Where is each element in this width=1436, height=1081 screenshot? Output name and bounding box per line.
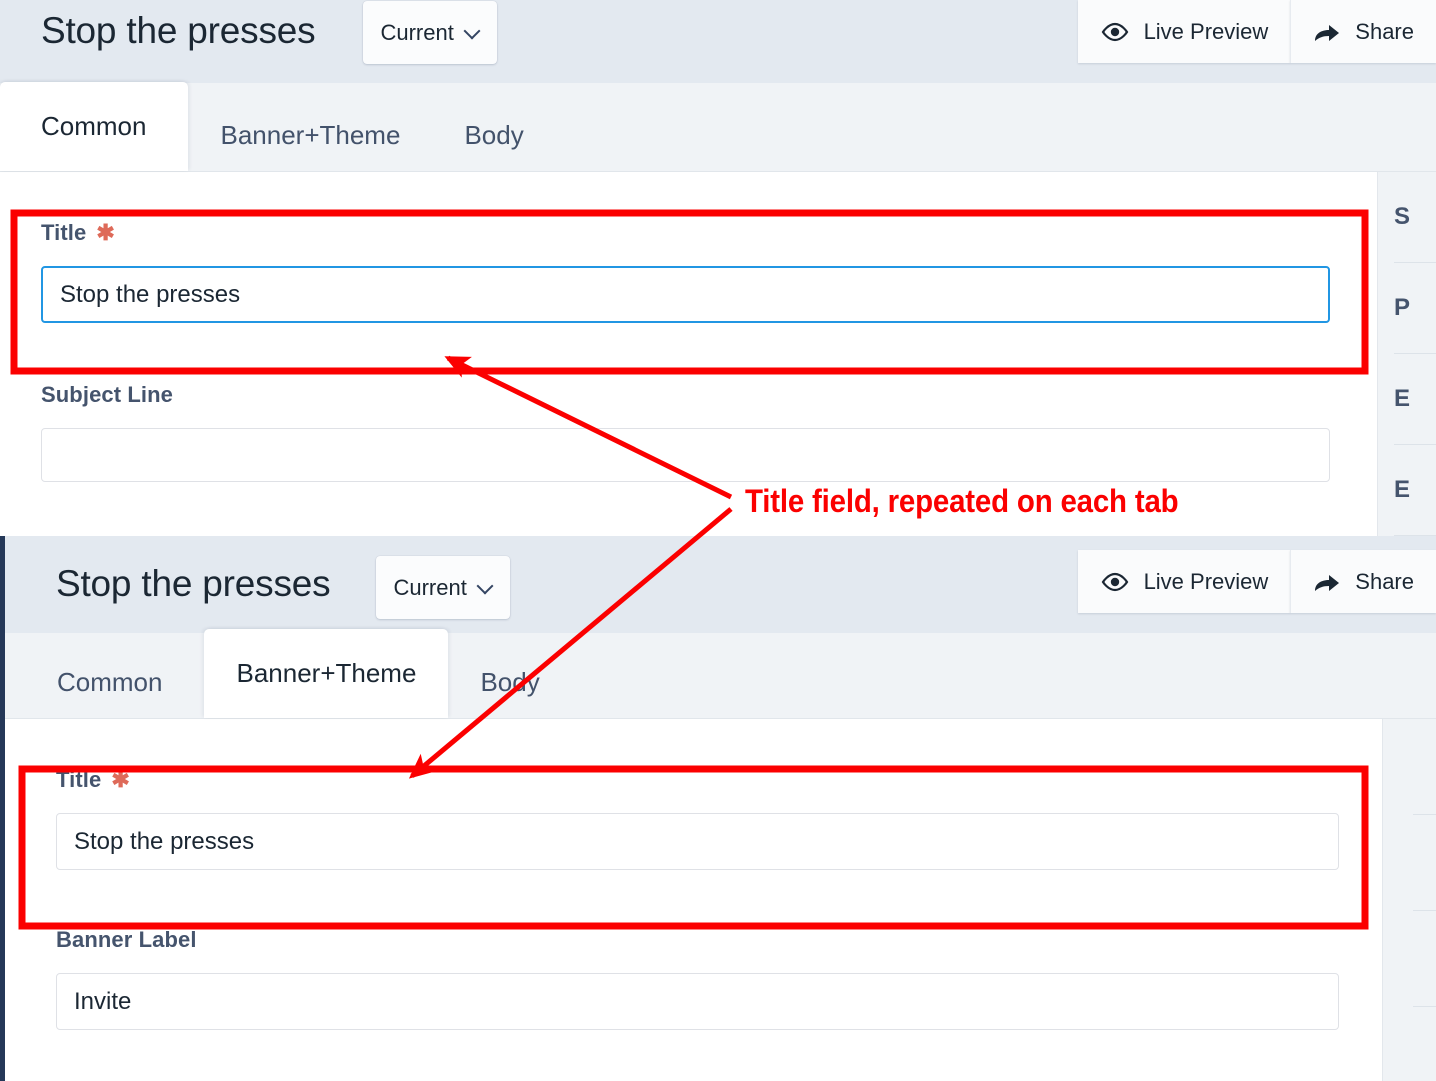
form-body: Title ✱ Banner Label <box>5 719 1436 1081</box>
eye-icon <box>1100 572 1130 592</box>
field-subject-line-label: Subject Line <box>41 382 173 407</box>
form-column: Title ✱ Banner Label <box>5 719 1383 1081</box>
title-input[interactable] <box>56 813 1339 870</box>
field-banner-label: Banner Label <box>56 927 1339 1030</box>
page-title: Stop the presses <box>56 563 331 604</box>
tab-common[interactable]: Common <box>0 82 189 171</box>
live-preview-label: Live Preview <box>1143 568 1269 594</box>
share-label: Share <box>1355 18 1414 44</box>
version-selector-button[interactable]: Current <box>363 1 497 64</box>
version-selector-label: Current <box>393 574 467 600</box>
annotation-label: Title field, repeated on each tab <box>745 483 1179 519</box>
sidebar-item[interactable] <box>1413 1007 1436 1081</box>
live-preview-button[interactable]: Live Preview <box>1077 550 1291 613</box>
tab-body[interactable]: Body <box>448 646 571 718</box>
right-sidebar: S P E E <box>1378 172 1436 536</box>
version-selector-button[interactable]: Current <box>376 556 510 619</box>
sidebar-item[interactable] <box>1413 719 1436 815</box>
field-title: Title ✱ <box>56 767 1339 870</box>
screenshot-root: Stop the presses Current Live Preview Sh… <box>0 0 1436 1081</box>
app-header: Stop the presses Current Live Preview Sh… <box>5 536 1436 633</box>
sidebar-item[interactable] <box>1413 911 1436 1007</box>
field-title-label: Title ✱ <box>56 767 130 792</box>
header-actions: Live Preview Share <box>1077 0 1436 63</box>
title-input[interactable] <box>41 266 1330 323</box>
app-header: Stop the presses Current Live Preview Sh… <box>0 0 1436 83</box>
field-banner-label-label: Banner Label <box>56 927 197 952</box>
share-button[interactable]: Share <box>1290 0 1436 63</box>
sidebar-item[interactable]: E <box>1394 354 1436 445</box>
tab-banner-theme[interactable]: Banner+Theme <box>204 629 449 718</box>
subject-line-input[interactable] <box>41 428 1330 482</box>
chevron-down-icon <box>478 578 493 593</box>
field-subject-line: Subject Line <box>41 382 1330 482</box>
field-title-label: Title ✱ <box>41 220 115 245</box>
page-title: Stop the presses <box>41 10 316 51</box>
field-title: Title ✱ <box>41 220 1330 323</box>
header-actions: Live Preview Share <box>1077 550 1436 613</box>
right-sidebar <box>1383 719 1436 1081</box>
form-body: Title ✱ Subject Line S P E E <box>0 172 1436 536</box>
share-arrow-icon <box>1313 571 1341 593</box>
tab-common[interactable]: Common <box>5 646 204 718</box>
share-label: Share <box>1355 568 1414 594</box>
share-button[interactable]: Share <box>1290 550 1436 613</box>
tab-strip: Common Banner+Theme Body <box>0 82 1436 172</box>
live-preview-label: Live Preview <box>1143 18 1269 44</box>
chevron-down-icon <box>465 23 480 38</box>
tab-body[interactable]: Body <box>432 99 555 171</box>
sidebar-item[interactable]: S <box>1394 172 1436 263</box>
live-preview-button[interactable]: Live Preview <box>1077 0 1291 63</box>
editor-panel-common: Stop the presses Current Live Preview Sh… <box>0 0 1436 536</box>
sidebar-item[interactable] <box>1413 815 1436 911</box>
form-column: Title ✱ Subject Line <box>0 172 1378 536</box>
tab-strip: Common Banner+Theme Body <box>5 629 1436 719</box>
version-selector-label: Current <box>380 19 454 45</box>
sidebar-item[interactable]: E <box>1394 445 1436 536</box>
editor-panel-banner-theme: Stop the presses Current Live Preview Sh… <box>0 536 1436 1081</box>
eye-icon <box>1100 22 1130 42</box>
banner-label-input[interactable] <box>56 973 1339 1030</box>
tab-banner-theme[interactable]: Banner+Theme <box>188 99 432 171</box>
share-arrow-icon <box>1313 21 1341 43</box>
required-asterisk: ✱ <box>96 220 115 245</box>
required-asterisk: ✱ <box>111 767 130 792</box>
sidebar-item[interactable]: P <box>1394 263 1436 354</box>
